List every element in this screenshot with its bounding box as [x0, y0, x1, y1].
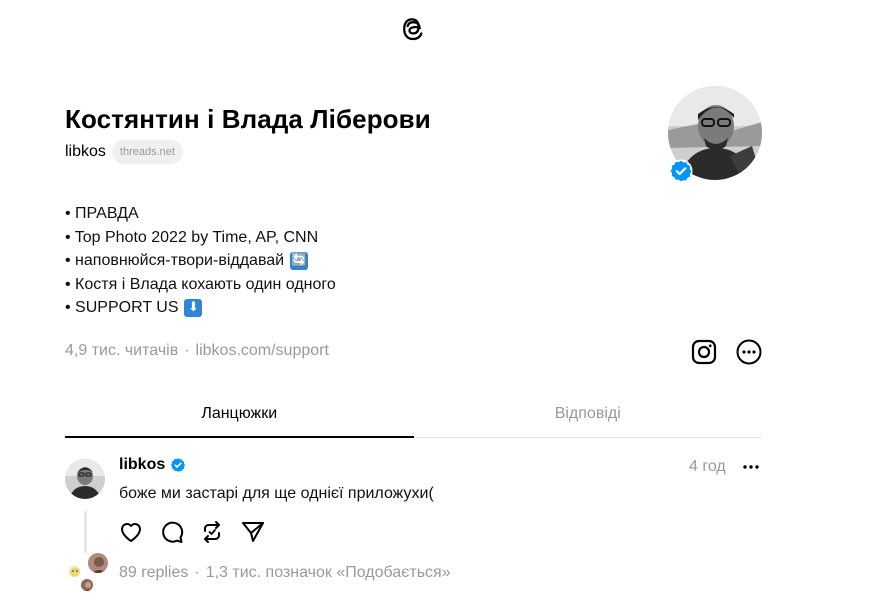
bio-line: • Top Photo 2022 by Time, AP, CNN	[65, 228, 319, 246]
instagram-icon[interactable]	[690, 338, 718, 366]
more-circle-icon[interactable]	[735, 338, 763, 366]
bio-line: • SUPPORT US ⬇	[65, 296, 336, 320]
down-arrow-emoji-icon: ⬇	[184, 298, 203, 317]
more-dots-icon[interactable]	[740, 456, 762, 478]
share-icon[interactable]	[240, 519, 266, 545]
post-text: боже ми застарі для ще однієї приложухи(	[119, 485, 434, 502]
post-stats: 89 replies · 1,3 тис. позначок «Подобаєт…	[119, 564, 451, 582]
reply-avatar	[87, 552, 109, 574]
bio-line: • Костя і Влада кохають один одного	[65, 275, 336, 293]
reply-icon[interactable]	[159, 519, 185, 545]
domain-badge[interactable]: threads.net	[111, 140, 183, 164]
post-username[interactable]: libkos	[119, 456, 165, 474]
verified-badge-icon	[171, 458, 186, 472]
profile-name: Костянтин і Влада Ліберови	[65, 104, 431, 134]
post-author: libkos	[119, 456, 186, 474]
reply-avatar	[80, 578, 94, 592]
bio-line: • ПРАВДА	[65, 205, 139, 222]
separator: ·	[184, 342, 190, 359]
profile-bio: • ПРАВДА • Top Photo 2022 by Time, AP, C…	[65, 202, 336, 320]
separator: ·	[194, 564, 200, 581]
verified-badge-icon	[669, 159, 693, 183]
reply-avatar	[67, 564, 81, 578]
handle-row: libkos threads.net	[65, 140, 183, 164]
replies-count[interactable]: 89 replies	[119, 564, 188, 582]
profile-link[interactable]: libkos.com/support	[196, 342, 329, 360]
repost-icon[interactable]	[199, 519, 225, 545]
profile-handle: libkos	[65, 143, 106, 160]
followers-row: 4,9 тис. читачів · libkos.com/support	[65, 342, 329, 360]
post-timestamp[interactable]: 4 год	[689, 458, 726, 476]
likes-count[interactable]: 1,3 тис. позначок «Подобається»	[206, 564, 451, 582]
tab-replies[interactable]: Відповіді	[414, 390, 763, 437]
followers-count[interactable]: 4,9 тис. читачів	[65, 342, 178, 360]
profile-tabs: Ланцюжки Відповіді	[65, 390, 762, 438]
post-avatar[interactable]	[65, 459, 105, 499]
repeat-emoji-icon: 🔄	[290, 251, 309, 270]
like-icon[interactable]	[118, 519, 144, 545]
thread-line	[84, 511, 87, 553]
bio-line: • наповнюйся-твори-віддавай 🔄	[65, 251, 309, 270]
threads-logo-icon[interactable]	[399, 14, 427, 44]
tab-threads[interactable]: Ланцюжки	[65, 390, 414, 438]
